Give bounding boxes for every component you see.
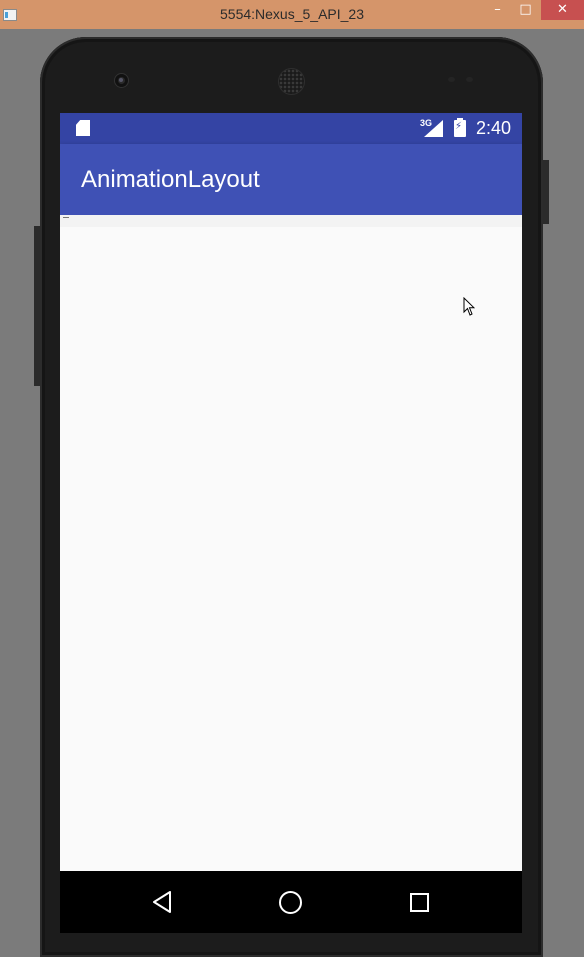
device-screen[interactable]: 3G 2:40 AnimationLayout xyxy=(60,113,522,933)
phone-power-button[interactable] xyxy=(543,160,549,224)
main-content-area[interactable] xyxy=(60,215,522,871)
content-top-shade xyxy=(60,215,522,227)
proximity-sensor-icon xyxy=(448,77,455,82)
close-button[interactable]: ✕ xyxy=(541,0,584,20)
mouse-cursor-icon xyxy=(463,297,475,316)
light-sensor-icon xyxy=(466,77,473,82)
minimize-button[interactable]: – xyxy=(484,0,511,20)
recent-apps-icon[interactable] xyxy=(410,893,429,912)
front-camera-icon xyxy=(115,74,128,87)
app-title: AnimationLayout xyxy=(81,166,260,193)
maximize-icon: □ xyxy=(519,2,532,17)
back-icon[interactable] xyxy=(152,891,172,913)
minimize-icon: – xyxy=(494,2,501,17)
sd-card-icon xyxy=(76,120,90,136)
status-bar[interactable]: 3G 2:40 xyxy=(60,113,522,144)
navigation-bar xyxy=(60,871,522,933)
emulator-title-bar: 5554:Nexus_5_API_23 – □ ✕ xyxy=(0,0,584,29)
maximize-button[interactable]: □ xyxy=(512,0,539,20)
home-icon[interactable] xyxy=(279,891,302,914)
app-bar: AnimationLayout xyxy=(60,144,522,215)
earpiece-speaker-icon xyxy=(279,69,304,94)
battery-charging-icon xyxy=(454,118,466,137)
close-icon: ✕ xyxy=(557,2,568,17)
status-clock: 2:40 xyxy=(476,118,512,138)
content-divider xyxy=(63,217,69,218)
network-type-label: 3G xyxy=(420,118,433,128)
